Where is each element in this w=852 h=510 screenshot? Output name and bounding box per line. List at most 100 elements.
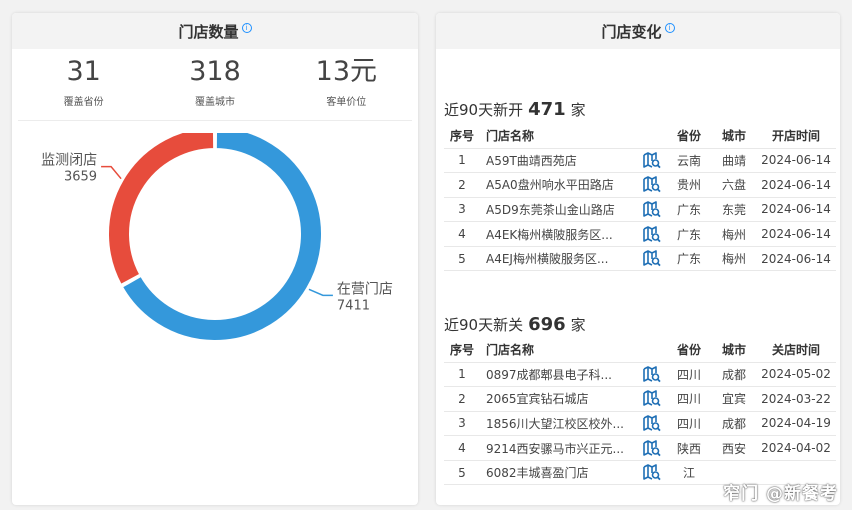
table-row[interactable]: 2 2065宜宾钻石城店 四川 宜宾 2024-03-22: [444, 386, 836, 412]
city: 梅州: [712, 246, 756, 272]
col-open-date: 开店时间: [756, 124, 836, 149]
map-search-icon[interactable]: [643, 390, 661, 407]
store-name[interactable]: 0897成都郫县电子科...: [480, 362, 638, 388]
map-search-cell[interactable]: [638, 411, 666, 437]
table-row[interactable]: 4 A4EK梅州横陂服务区... 广东 梅州 2024-06-14: [444, 221, 836, 247]
map-search-cell[interactable]: [638, 246, 666, 272]
store-name[interactable]: A5A0盘州响水平田路店: [480, 172, 638, 198]
stats-row: 31 覆盖省份 318 覆盖城市 13元 客单价位: [18, 49, 412, 121]
col-close-date: 关店时间: [756, 338, 836, 363]
date: 2024-06-14: [756, 172, 836, 198]
label-leader-1: [101, 165, 122, 180]
table-row[interactable]: 5 A4EJ梅州横陂服务区... 广东 梅州 2024-06-14: [444, 246, 836, 272]
table-header-row: 序号 门店名称 省份 城市 开店时间: [444, 124, 836, 149]
map-search-icon[interactable]: [643, 439, 661, 457]
map-search-icon[interactable]: [643, 225, 661, 243]
stat-cities: 318 覆盖城市: [149, 49, 280, 120]
info-icon[interactable]: i: [664, 23, 675, 33]
new-close-suffix: 家: [570, 316, 586, 334]
date: 2024-04-19: [756, 411, 836, 437]
map-search-cell[interactable]: [638, 435, 666, 461]
date: 2024-04-02: [756, 435, 836, 461]
slice-label-value: 7411: [337, 298, 370, 313]
store-name[interactable]: A59T曲靖西苑店: [480, 148, 638, 174]
col-city: 城市: [712, 338, 756, 363]
city: 梅州: [712, 221, 756, 247]
donut-slice-1[interactable]: [107, 133, 216, 286]
row-number: 1: [444, 148, 480, 174]
row-number: 5: [444, 246, 480, 272]
col-map: [638, 124, 666, 149]
map-search-cell[interactable]: [638, 362, 666, 388]
province: 广东: [666, 197, 712, 223]
stat-provinces: 31 覆盖省份: [18, 49, 149, 120]
province: 四川: [666, 386, 712, 412]
table-header-row: 序号 门店名称 省份 城市 关店时间: [444, 338, 836, 363]
watermark: 窄门 @新餐考: [723, 484, 838, 504]
store-change-title: 门店变化: [601, 23, 662, 41]
stat-label: 覆盖城市: [194, 97, 235, 108]
col-no: 序号: [444, 124, 480, 149]
store-name[interactable]: A4EJ梅州横陂服务区...: [480, 246, 638, 272]
info-icon[interactable]: i: [241, 23, 252, 33]
province: 陕西: [666, 435, 712, 461]
row-number: 4: [444, 435, 480, 461]
store-change-panel: 门店变化 i 近90天新开 471 家 序号 门店名称 省份 城市 开店时间 1 A59…: [436, 13, 840, 505]
city: 成都: [712, 411, 756, 437]
map-search-cell[interactable]: [638, 172, 666, 198]
map-search-cell[interactable]: [638, 386, 666, 412]
new-open-summary: 近90天新开 471 家: [444, 99, 586, 120]
city: 西安: [712, 435, 756, 461]
city: 曲靖: [712, 148, 756, 174]
map-search-icon[interactable]: [643, 250, 661, 267]
store-name[interactable]: A5D9东莞茶山金山路店: [480, 197, 638, 223]
table-row[interactable]: 1 0897成都郫县电子科... 四川 成都 2024-05-02: [444, 362, 836, 388]
province: 广东: [666, 221, 712, 247]
col-no: 序号: [444, 338, 480, 363]
label-leader-0: [308, 288, 333, 297]
row-number: 5: [444, 460, 480, 486]
stat-label: 客单价位: [326, 97, 367, 108]
store-name[interactable]: 6082丰城喜盈门店: [480, 460, 638, 486]
store-name[interactable]: A4EK梅州横陂服务区...: [480, 221, 638, 247]
slice-label-value: 3659: [64, 170, 97, 185]
province: 云南: [666, 148, 712, 174]
col-name: 门店名称: [480, 124, 638, 149]
table-row[interactable]: 3 A5D9东莞茶山金山路店 广东 东莞 2024-06-14: [444, 197, 836, 223]
store-name[interactable]: 2065宜宾钻石城店: [480, 386, 638, 412]
new-close-table: 序号 门店名称 省份 城市 关店时间 1 0897成都郫县电子科... 四川 成都 20…: [444, 338, 836, 486]
store-change-header: 门店变化 i: [436, 13, 840, 49]
map-search-icon[interactable]: [643, 415, 661, 432]
map-search-icon[interactable]: [643, 176, 661, 193]
stat-price: 13元 客单价位: [281, 49, 412, 120]
date: 2024-03-22: [756, 386, 836, 412]
row-number: 3: [444, 411, 480, 437]
map-search-icon[interactable]: [643, 464, 661, 481]
map-search-icon[interactable]: [643, 365, 661, 383]
table-row[interactable]: 3 1856川大望江校区校外... 四川 成都 2024-04-19: [444, 411, 836, 437]
new-open-suffix: 家: [570, 101, 586, 119]
store-name[interactable]: 1856川大望江校区校外...: [480, 411, 638, 437]
map-search-cell[interactable]: [638, 221, 666, 247]
slice-label-name: 监测闭店: [41, 153, 97, 169]
stat-value: 31: [66, 56, 101, 87]
date: 2024-06-14: [756, 221, 836, 247]
map-search-icon[interactable]: [643, 201, 661, 218]
row-number: 2: [444, 172, 480, 198]
store-name[interactable]: 9214西安骡马市兴正元...: [480, 435, 638, 461]
table-row[interactable]: 1 A59T曲靖西苑店 云南 曲靖 2024-06-14: [444, 148, 836, 174]
stat-value: 318: [189, 56, 241, 87]
table-row[interactable]: 4 9214西安骡马市兴正元... 陕西 西安 2024-04-02: [444, 435, 836, 461]
date: 2024-06-14: [756, 197, 836, 223]
map-search-icon[interactable]: [643, 151, 661, 169]
store-count-header: 门店数量 i: [12, 13, 418, 49]
map-search-cell[interactable]: [638, 148, 666, 174]
row-number: 4: [444, 221, 480, 247]
table-row[interactable]: 2 A5A0盘州响水平田路店 贵州 六盘 2024-06-14: [444, 172, 836, 198]
city: 宜宾: [712, 386, 756, 412]
new-open-prefix: 近90天新开: [444, 101, 524, 119]
map-search-cell[interactable]: [638, 460, 666, 486]
map-search-cell[interactable]: [638, 197, 666, 223]
slice-label-name: 在营门店: [337, 281, 393, 297]
stat-label: 覆盖省份: [63, 97, 104, 108]
